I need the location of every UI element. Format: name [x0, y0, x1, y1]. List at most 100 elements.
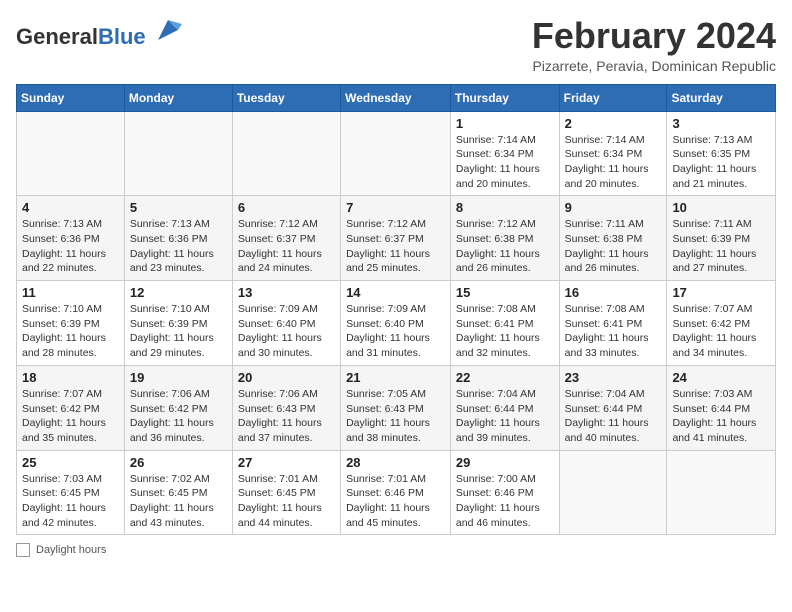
day-info: Sunrise: 7:08 AMSunset: 6:41 PMDaylight:… — [565, 302, 662, 361]
calendar-cell: 13Sunrise: 7:09 AMSunset: 6:40 PMDayligh… — [232, 281, 340, 366]
day-info: Sunrise: 7:14 AMSunset: 6:34 PMDaylight:… — [456, 133, 554, 192]
logo-general: General — [16, 24, 98, 49]
day-info: Sunrise: 7:07 AMSunset: 6:42 PMDaylight:… — [672, 302, 770, 361]
day-info: Sunrise: 7:10 AMSunset: 6:39 PMDaylight:… — [130, 302, 227, 361]
calendar-cell: 17 Sunrise: 7:07 AMSunset: 6:42 PMDayligh… — [667, 281, 776, 366]
calendar-cell: 18Sunrise: 7:07 AMSunset: 6:42 PMDayligh… — [17, 365, 125, 450]
day-number: 1 — [456, 116, 554, 131]
calendar-cell: 10Sunrise: 7:11 AMSunset: 6:39 PMDayligh… — [667, 196, 776, 281]
day-number: 25 — [22, 455, 119, 470]
calendar-cell: 20 Sunrise: 7:06 AMSunset: 6:43 PMDayligh… — [232, 365, 340, 450]
legend-box-icon — [16, 543, 30, 557]
calendar-body: 1 Sunrise: 7:14 AMSunset: 6:34 PMDaylight… — [17, 111, 776, 535]
calendar-cell: 14 Sunrise: 7:09 AMSunset: 6:40 PMDayligh… — [341, 281, 451, 366]
day-number: 8 — [456, 200, 554, 215]
day-number: 7 — [346, 200, 445, 215]
day-number: 3 — [672, 116, 770, 131]
day-info: Sunrise: 7:05 AMSunset: 6:43 PMDaylight:… — [346, 387, 445, 446]
day-info: Sunrise: 7:11 AMSunset: 6:39 PMDaylight:… — [672, 217, 770, 276]
page-container: GeneralBlue February 2024 Pizarrete, Per… — [16, 16, 776, 557]
calendar-week-5: 25 Sunrise: 7:03 AMSunset: 6:45 PMDayligh… — [17, 450, 776, 535]
logo-text-block: GeneralBlue — [16, 16, 182, 49]
day-number: 11 — [22, 285, 119, 300]
day-info: Sunrise: 7:11 AMSunset: 6:38 PMDaylight:… — [565, 217, 662, 276]
calendar-footer: Daylight hours — [16, 543, 776, 557]
day-info: Sunrise: 7:08 AMSunset: 6:41 PMDaylight:… — [456, 302, 554, 361]
day-number: 5 — [130, 200, 227, 215]
calendar-cell: 26 Sunrise: 7:02 AMSunset: 6:45 PMDayligh… — [124, 450, 232, 535]
day-info: Sunrise: 7:12 AMSunset: 6:37 PMDaylight:… — [238, 217, 335, 276]
calendar-cell: 24 Sunrise: 7:03 AMSunset: 6:44 PMDayligh… — [667, 365, 776, 450]
day-number: 21 — [346, 370, 445, 385]
day-number: 29 — [456, 455, 554, 470]
calendar-week-2: 4 Sunrise: 7:13 AMSunset: 6:36 PMDaylight… — [17, 196, 776, 281]
day-info: Sunrise: 7:13 AMSunset: 6:35 PMDaylight:… — [672, 133, 770, 192]
day-info: Sunrise: 7:04 AMSunset: 6:44 PMDaylight:… — [565, 387, 662, 446]
legend-label: Daylight hours — [36, 544, 106, 556]
calendar-cell: 22 Sunrise: 7:04 AMSunset: 6:44 PMDayligh… — [450, 365, 559, 450]
calendar-cell: 28Sunrise: 7:01 AMSunset: 6:46 PMDayligh… — [341, 450, 451, 535]
day-header-monday: Monday — [124, 84, 232, 111]
location-subtitle: Pizarrete, Peravia, Dominican Republic — [532, 58, 776, 74]
day-number: 22 — [456, 370, 554, 385]
calendar-cell: 7 Sunrise: 7:12 AMSunset: 6:37 PMDaylight… — [341, 196, 451, 281]
day-info: Sunrise: 7:12 AMSunset: 6:37 PMDaylight:… — [346, 217, 445, 276]
calendar-cell: 12Sunrise: 7:10 AMSunset: 6:39 PMDayligh… — [124, 281, 232, 366]
day-header-sunday: Sunday — [17, 84, 125, 111]
day-info: Sunrise: 7:04 AMSunset: 6:44 PMDaylight:… — [456, 387, 554, 446]
day-info: Sunrise: 7:14 AMSunset: 6:34 PMDaylight:… — [565, 133, 662, 192]
calendar-cell — [232, 111, 340, 196]
calendar-cell: 2 Sunrise: 7:14 AMSunset: 6:34 PMDaylight… — [559, 111, 667, 196]
day-number: 20 — [238, 370, 335, 385]
day-number: 28 — [346, 455, 445, 470]
day-number: 24 — [672, 370, 770, 385]
calendar-cell — [559, 450, 667, 535]
day-info: Sunrise: 7:03 AMSunset: 6:45 PMDaylight:… — [22, 472, 119, 531]
day-info: Sunrise: 7:09 AMSunset: 6:40 PMDaylight:… — [346, 302, 445, 361]
calendar-cell: 6 Sunrise: 7:12 AMSunset: 6:37 PMDaylight… — [232, 196, 340, 281]
calendar-cell: 16 Sunrise: 7:08 AMSunset: 6:41 PMDayligh… — [559, 281, 667, 366]
day-info: Sunrise: 7:03 AMSunset: 6:44 PMDaylight:… — [672, 387, 770, 446]
calendar-cell: 3 Sunrise: 7:13 AMSunset: 6:35 PMDaylight… — [667, 111, 776, 196]
day-number: 6 — [238, 200, 335, 215]
day-info: Sunrise: 7:12 AMSunset: 6:38 PMDaylight:… — [456, 217, 554, 276]
day-info: Sunrise: 7:02 AMSunset: 6:45 PMDaylight:… — [130, 472, 227, 531]
day-number: 19 — [130, 370, 227, 385]
day-info: Sunrise: 7:06 AMSunset: 6:42 PMDaylight:… — [130, 387, 227, 446]
calendar-cell: 8 Sunrise: 7:12 AMSunset: 6:38 PMDaylight… — [450, 196, 559, 281]
day-header-saturday: Saturday — [667, 84, 776, 111]
day-number: 27 — [238, 455, 335, 470]
calendar-cell: 23Sunrise: 7:04 AMSunset: 6:44 PMDayligh… — [559, 365, 667, 450]
title-area: February 2024 Pizarrete, Peravia, Domini… — [532, 16, 776, 74]
day-info: Sunrise: 7:07 AMSunset: 6:42 PMDaylight:… — [22, 387, 119, 446]
day-info: Sunrise: 7:06 AMSunset: 6:43 PMDaylight:… — [238, 387, 335, 446]
day-number: 17 — [672, 285, 770, 300]
day-number: 14 — [346, 285, 445, 300]
calendar-cell — [124, 111, 232, 196]
calendar-week-1: 1 Sunrise: 7:14 AMSunset: 6:34 PMDaylight… — [17, 111, 776, 196]
calendar-cell: 29 Sunrise: 7:00 AMSunset: 6:46 PMDayligh… — [450, 450, 559, 535]
day-number: 13 — [238, 285, 335, 300]
day-number: 26 — [130, 455, 227, 470]
day-info: Sunrise: 7:00 AMSunset: 6:46 PMDaylight:… — [456, 472, 554, 531]
calendar-cell: 27Sunrise: 7:01 AMSunset: 6:45 PMDayligh… — [232, 450, 340, 535]
day-info: Sunrise: 7:13 AMSunset: 6:36 PMDaylight:… — [22, 217, 119, 276]
calendar-cell: 9 Sunrise: 7:11 AMSunset: 6:38 PMDaylight… — [559, 196, 667, 281]
day-number: 9 — [565, 200, 662, 215]
calendar-cell: 1 Sunrise: 7:14 AMSunset: 6:34 PMDaylight… — [450, 111, 559, 196]
calendar-table: SundayMondayTuesdayWednesdayThursdayFrid… — [16, 84, 776, 536]
day-number: 16 — [565, 285, 662, 300]
calendar-week-4: 18Sunrise: 7:07 AMSunset: 6:42 PMDayligh… — [17, 365, 776, 450]
calendar-cell — [667, 450, 776, 535]
day-info: Sunrise: 7:10 AMSunset: 6:39 PMDaylight:… — [22, 302, 119, 361]
day-header-tuesday: Tuesday — [232, 84, 340, 111]
calendar-cell: 11 Sunrise: 7:10 AMSunset: 6:39 PMDayligh… — [17, 281, 125, 366]
day-number: 2 — [565, 116, 662, 131]
day-number: 4 — [22, 200, 119, 215]
logo: GeneralBlue — [16, 16, 182, 49]
calendar-cell: 4 Sunrise: 7:13 AMSunset: 6:36 PMDaylight… — [17, 196, 125, 281]
calendar-cell — [17, 111, 125, 196]
day-header-wednesday: Wednesday — [341, 84, 451, 111]
day-info: Sunrise: 7:13 AMSunset: 6:36 PMDaylight:… — [130, 217, 227, 276]
day-header-thursday: Thursday — [450, 84, 559, 111]
